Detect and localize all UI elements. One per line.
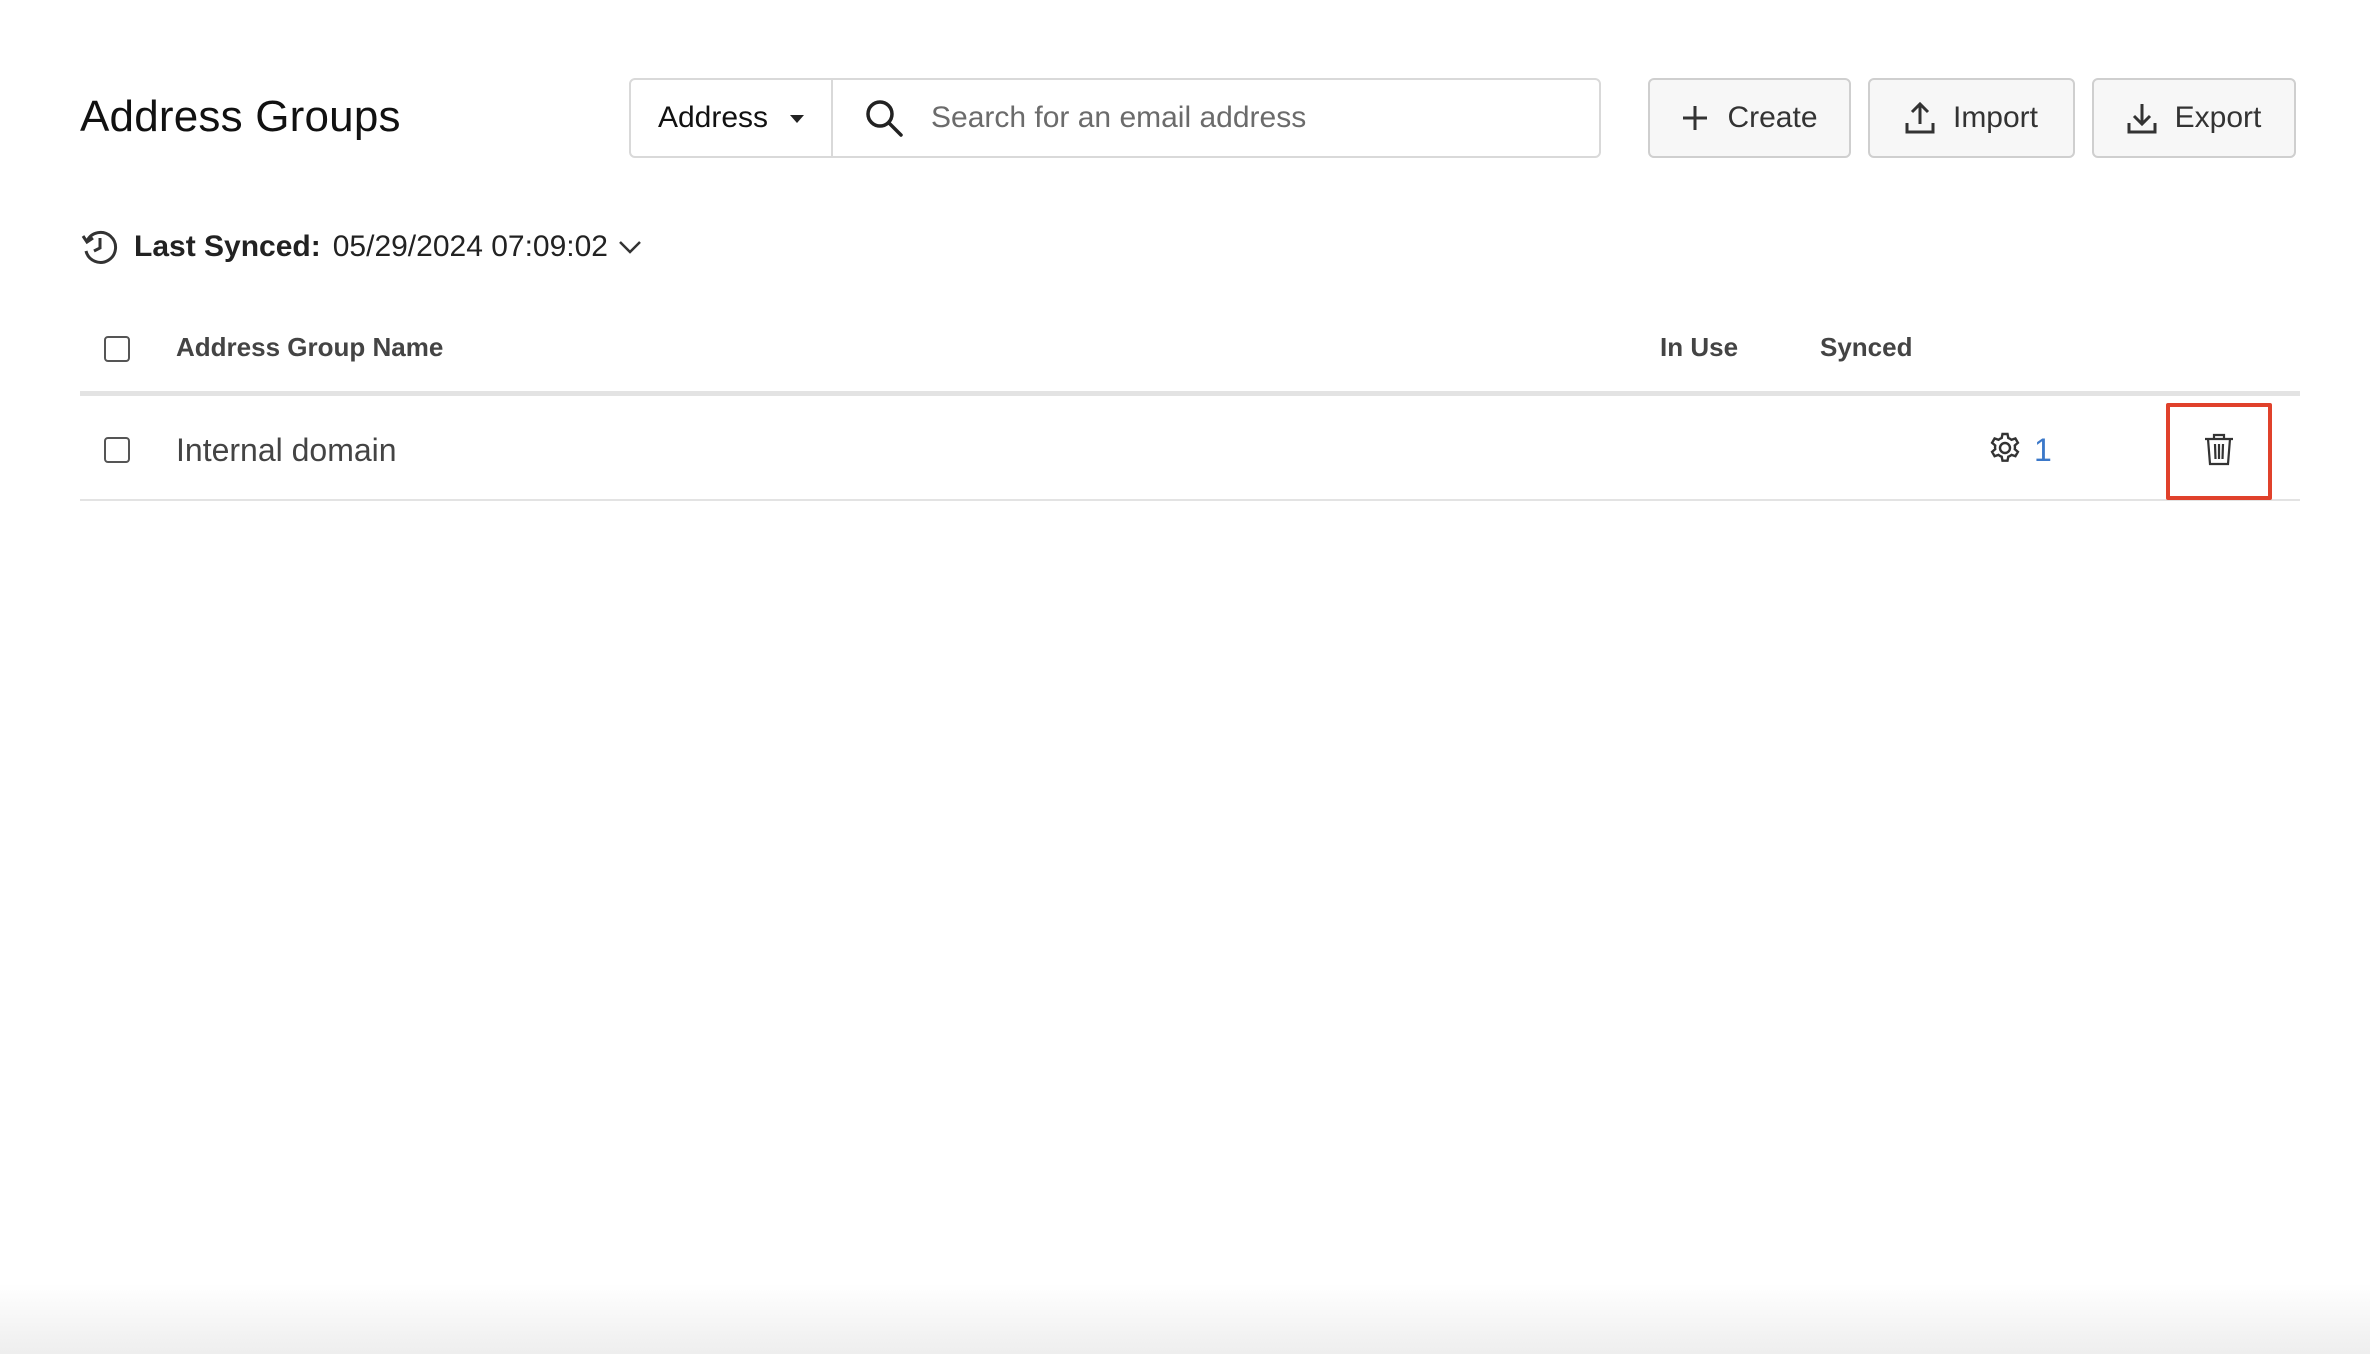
address-group-name[interactable]: Internal domain bbox=[176, 432, 397, 469]
chevron-down-icon[interactable] bbox=[618, 239, 642, 255]
column-header-name[interactable]: Address Group Name bbox=[176, 332, 443, 363]
usage-count: 1 bbox=[2034, 432, 2052, 468]
select-all-checkbox[interactable] bbox=[104, 336, 130, 362]
upload-icon bbox=[1905, 101, 1935, 135]
sync-history-icon bbox=[80, 227, 120, 267]
create-button[interactable]: Create bbox=[1648, 78, 1851, 158]
create-button-label: Create bbox=[1727, 101, 1818, 134]
page-title: Address Groups bbox=[80, 92, 401, 141]
table-row[interactable]: Internal domain 1 bbox=[80, 401, 2300, 501]
usage-link[interactable]: 1 bbox=[1988, 431, 2052, 470]
search-type-dropdown[interactable]: Address bbox=[631, 80, 833, 156]
column-header-synced[interactable]: Synced bbox=[1820, 332, 1913, 363]
address-groups-page: Address Groups Address Create bbox=[0, 0, 2370, 1354]
row-checkbox[interactable] bbox=[104, 437, 130, 463]
trash-icon bbox=[2203, 432, 2235, 471]
import-button-label: Import bbox=[1952, 101, 2039, 134]
last-synced: Last Synced: 05/29/2024 07:09:02 bbox=[80, 226, 642, 268]
export-button[interactable]: Export bbox=[2092, 78, 2296, 158]
search-icon bbox=[863, 97, 905, 139]
import-button[interactable]: Import bbox=[1868, 78, 2075, 158]
plus-icon bbox=[1681, 104, 1709, 132]
download-icon bbox=[2127, 101, 2157, 135]
search-field bbox=[833, 80, 1599, 156]
column-header-in-use[interactable]: In Use bbox=[1660, 332, 1738, 363]
delete-button[interactable] bbox=[2166, 403, 2272, 500]
table-header: Address Group Name In Use Synced bbox=[80, 318, 2300, 396]
caret-down-icon bbox=[790, 115, 805, 123]
search-input[interactable] bbox=[931, 80, 1599, 156]
last-synced-timestamp: 05/29/2024 07:09:02 bbox=[332, 230, 608, 263]
gear-icon bbox=[1988, 431, 2022, 470]
search-group: Address bbox=[629, 78, 1601, 158]
last-synced-label: Last Synced: bbox=[134, 230, 321, 263]
search-type-value: Address bbox=[657, 101, 769, 134]
export-button-label: Export bbox=[2174, 101, 2262, 134]
bottom-shadow bbox=[0, 1284, 2370, 1354]
